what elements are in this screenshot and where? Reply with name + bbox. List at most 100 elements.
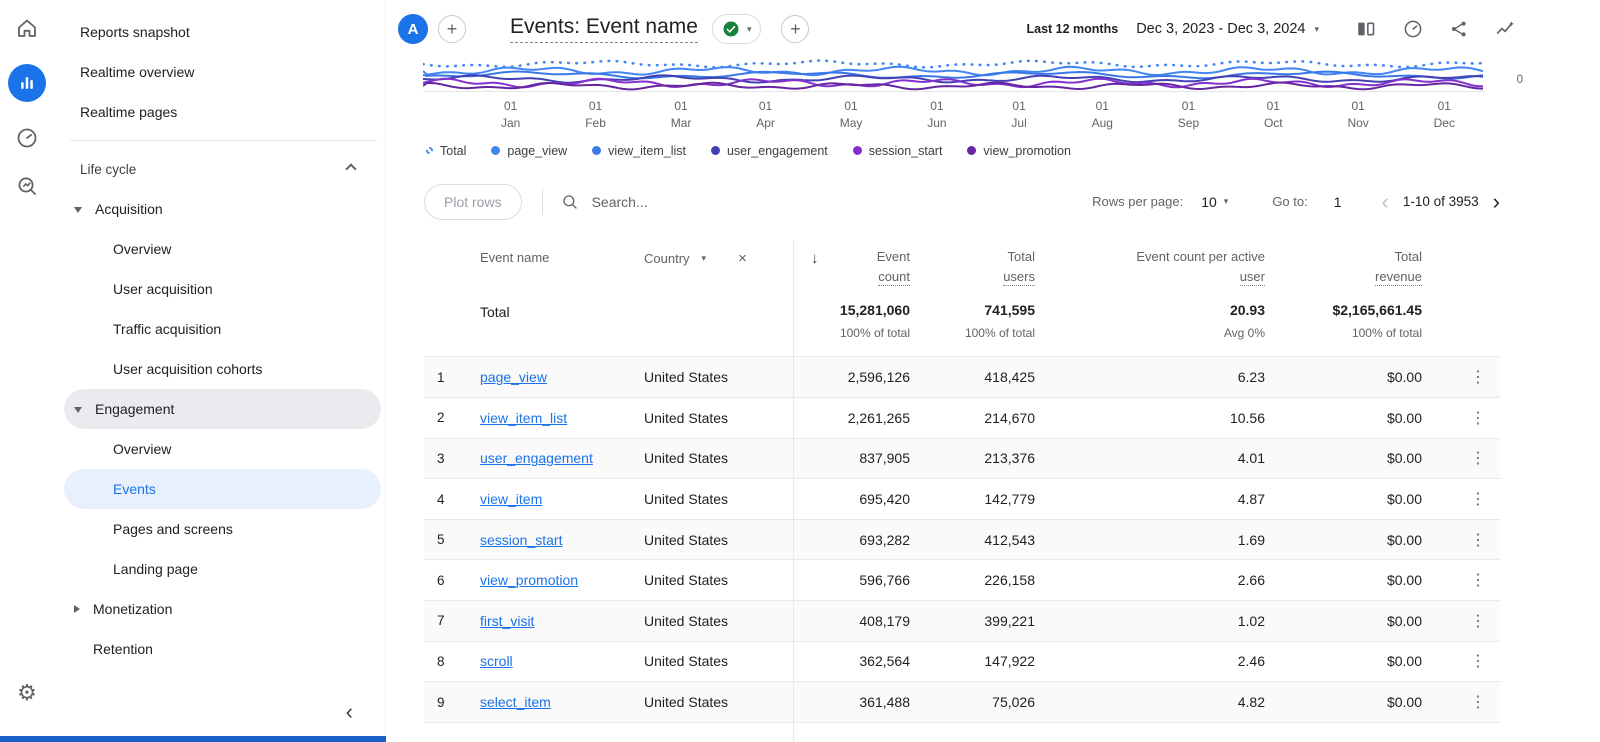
tick-day: 01 [1351, 98, 1364, 115]
share-icon[interactable] [1449, 19, 1469, 39]
row-overflow-menu[interactable]: ⋮ [1430, 448, 1500, 468]
row-overflow-menu[interactable]: ⋮ [1430, 651, 1500, 671]
remove-dimension-icon[interactable]: × [738, 250, 747, 267]
metric-cell: $0.00 [1273, 369, 1430, 385]
legend-marker [711, 146, 720, 155]
sidebar-item-overview[interactable]: Overview [64, 429, 381, 469]
add-comparison-button[interactable]: + [781, 15, 809, 43]
sidebar-item-engagement[interactable]: Engagement [64, 389, 381, 429]
col-header-event-name[interactable]: Event name [468, 250, 633, 265]
row-overflow-menu[interactable]: ⋮ [1430, 611, 1500, 631]
row-overflow-menu[interactable]: ⋮ [1430, 489, 1500, 509]
country-cell: United States [633, 694, 793, 710]
sidebar-item-label: Pages and screens [113, 521, 233, 537]
event-name-link[interactable]: view_item [468, 491, 633, 507]
explore-icon[interactable] [15, 126, 39, 150]
sidebar-item-retention[interactable]: Retention [64, 629, 381, 669]
event-name-link[interactable]: view_promotion [468, 572, 633, 588]
event-name-link[interactable]: user_engagement [468, 450, 633, 466]
legend-label: page_view [507, 144, 567, 158]
search-input[interactable] [590, 193, 760, 211]
metric-header-line2: count [878, 270, 910, 287]
sidebar-item-traffic-acquisition[interactable]: Traffic acquisition [64, 309, 381, 349]
sidebar-item-pages-and-screens[interactable]: Pages and screens [64, 509, 381, 549]
metric-header-text: Totalusers [1003, 250, 1035, 287]
collapse-sidebar-button[interactable]: ‹ [340, 700, 359, 724]
country-cell: United States [633, 653, 793, 669]
col-header-total-revenue[interactable]: Totalrevenue [1273, 250, 1430, 287]
legend-item-view-item-list[interactable]: view_item_list [592, 144, 686, 158]
sidebar-item-events[interactable]: Events [64, 469, 381, 509]
metric-header-line1: Total [1008, 250, 1035, 265]
row-overflow-menu[interactable]: ⋮ [1430, 570, 1500, 590]
sidebar-item-reports-snapshot[interactable]: Reports snapshot [64, 12, 381, 52]
date-range-label: Last 12 months [1027, 22, 1119, 36]
report-status-pill[interactable]: ▾ [712, 14, 762, 44]
col-header-total-users[interactable]: Totalusers [918, 250, 1043, 287]
plot-rows-button[interactable]: Plot rows [424, 184, 522, 220]
comparison-icon[interactable] [1355, 18, 1377, 40]
col-header-country[interactable]: Country▾× [633, 250, 793, 267]
reports-icon[interactable] [8, 64, 46, 102]
row-overflow-menu[interactable]: ⋮ [1430, 530, 1500, 550]
home-icon[interactable] [15, 16, 39, 40]
col-header-event-count-per-active-user[interactable]: Event count per activeuser [1043, 250, 1273, 287]
avatar[interactable]: A [398, 14, 428, 44]
metric-header-line2: user [1240, 270, 1265, 287]
chevron-down-icon: ▾ [747, 24, 752, 35]
legend-item-total[interactable]: Total [426, 144, 466, 158]
metric-cell: $0.00 [1273, 410, 1430, 426]
insights-icon[interactable] [1494, 18, 1516, 40]
speed-insights-icon[interactable] [1402, 18, 1424, 40]
rows-per-page-select[interactable]: 10 [1201, 194, 1217, 210]
advertising-icon[interactable] [15, 174, 39, 198]
next-page-button[interactable]: › [1493, 191, 1500, 213]
go-to-input[interactable]: 1 [1334, 194, 1342, 210]
row-index: 6 [424, 573, 468, 588]
metric-cell: 6.23 [1043, 369, 1273, 385]
sidebar-item-life-cycle[interactable]: Life cycle [64, 149, 381, 189]
event-name-link[interactable]: view_item_list [468, 410, 633, 426]
chevron-down-icon[interactable]: ▾ [702, 253, 707, 264]
totals-value: 15,281,060 [840, 302, 910, 318]
sidebar-item-acquisition[interactable]: Acquisition [64, 189, 381, 229]
metric-cell: 213,376 [918, 450, 1043, 466]
table-search[interactable] [561, 193, 760, 211]
event-name-link[interactable]: page_view [468, 369, 633, 385]
event-name-link[interactable]: first_visit [468, 613, 633, 629]
event-name-link[interactable]: session_start [468, 532, 633, 548]
legend-item-user-engagement[interactable]: user_engagement [711, 144, 828, 158]
chevron-up-icon[interactable] [345, 163, 356, 174]
sidebar-item-overview[interactable]: Overview [64, 229, 381, 269]
tick-month: Aug [1092, 115, 1113, 132]
sidebar-item-landing-page[interactable]: Landing page [64, 549, 381, 589]
x-axis-tick: 01Aug [1092, 98, 1113, 132]
sidebar-item-user-acquisition[interactable]: User acquisition [64, 269, 381, 309]
event-name-link[interactable]: select_item [468, 694, 633, 710]
sidebar-item-monetization[interactable]: Monetization [64, 589, 381, 629]
sidebar-item-label: Traffic acquisition [113, 321, 221, 337]
sidebar-item-realtime-overview[interactable]: Realtime overview [64, 52, 381, 92]
sort-descending-icon[interactable]: ↓ [811, 250, 819, 287]
chevron-down-icon[interactable]: ▾ [1224, 196, 1229, 207]
legend-item-page-view[interactable]: page_view [491, 144, 567, 158]
row-overflow-menu[interactable]: ⋮ [1430, 367, 1500, 387]
sidebar-item-realtime-pages[interactable]: Realtime pages [64, 92, 381, 132]
col-header-event-count[interactable]: ↓Eventcount [793, 250, 918, 287]
row-overflow-menu[interactable]: ⋮ [1430, 692, 1500, 712]
row-overflow-menu[interactable]: ⋮ [1430, 408, 1500, 428]
legend-item-view-promotion[interactable]: view_promotion [967, 144, 1071, 158]
add-report-button[interactable]: + [438, 15, 466, 43]
x-axis-tick: 01May [840, 98, 863, 132]
sidebar-item-user-acquisition-cohorts[interactable]: User acquisition cohorts [64, 349, 381, 389]
legend-item-session-start[interactable]: session_start [853, 144, 943, 158]
event-name-link[interactable]: scroll [468, 653, 633, 669]
sidebar-item-label: User acquisition cohorts [113, 361, 262, 377]
previous-page-button[interactable]: ‹ [1382, 191, 1389, 213]
chart-lines [423, 58, 1485, 92]
admin-gear-icon[interactable]: ⚙ [17, 682, 37, 704]
sidebar-divider [70, 140, 377, 141]
date-range-picker[interactable]: Dec 3, 2023 - Dec 3, 2024 ▾ [1130, 20, 1325, 38]
metric-cell: 399,221 [918, 613, 1043, 629]
page-title[interactable]: Events: Event name [510, 15, 698, 43]
